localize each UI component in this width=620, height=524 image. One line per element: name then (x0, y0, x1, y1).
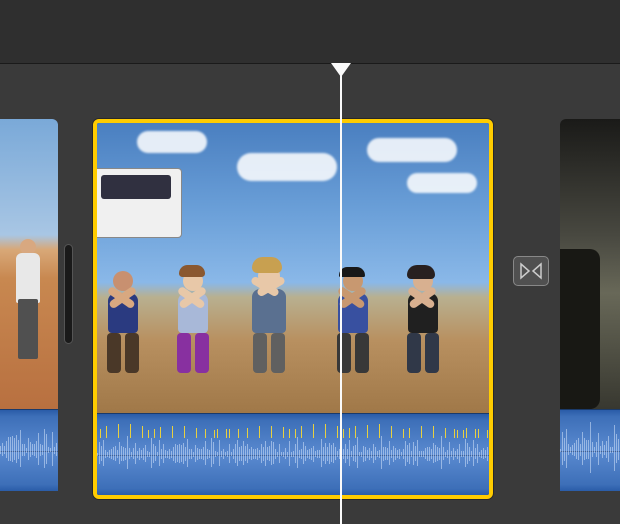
video-clip-selected[interactable] (93, 119, 493, 499)
crossfade-icon (519, 262, 543, 280)
audio-waveform[interactable] (560, 409, 620, 491)
audio-waveform[interactable] (97, 413, 489, 495)
video-clip[interactable] (560, 119, 620, 499)
toolbar-area (0, 0, 620, 64)
playhead-marker-icon (331, 63, 351, 77)
scrollbar-thumb[interactable] (64, 244, 73, 344)
transition-button[interactable] (513, 256, 549, 286)
clip-thumbnail (97, 123, 489, 413)
video-clip[interactable] (0, 119, 58, 499)
clip-thumbnail (560, 119, 620, 409)
timeline[interactable] (0, 64, 620, 524)
audio-waveform[interactable] (0, 409, 58, 491)
clip-thumbnail (0, 119, 58, 409)
